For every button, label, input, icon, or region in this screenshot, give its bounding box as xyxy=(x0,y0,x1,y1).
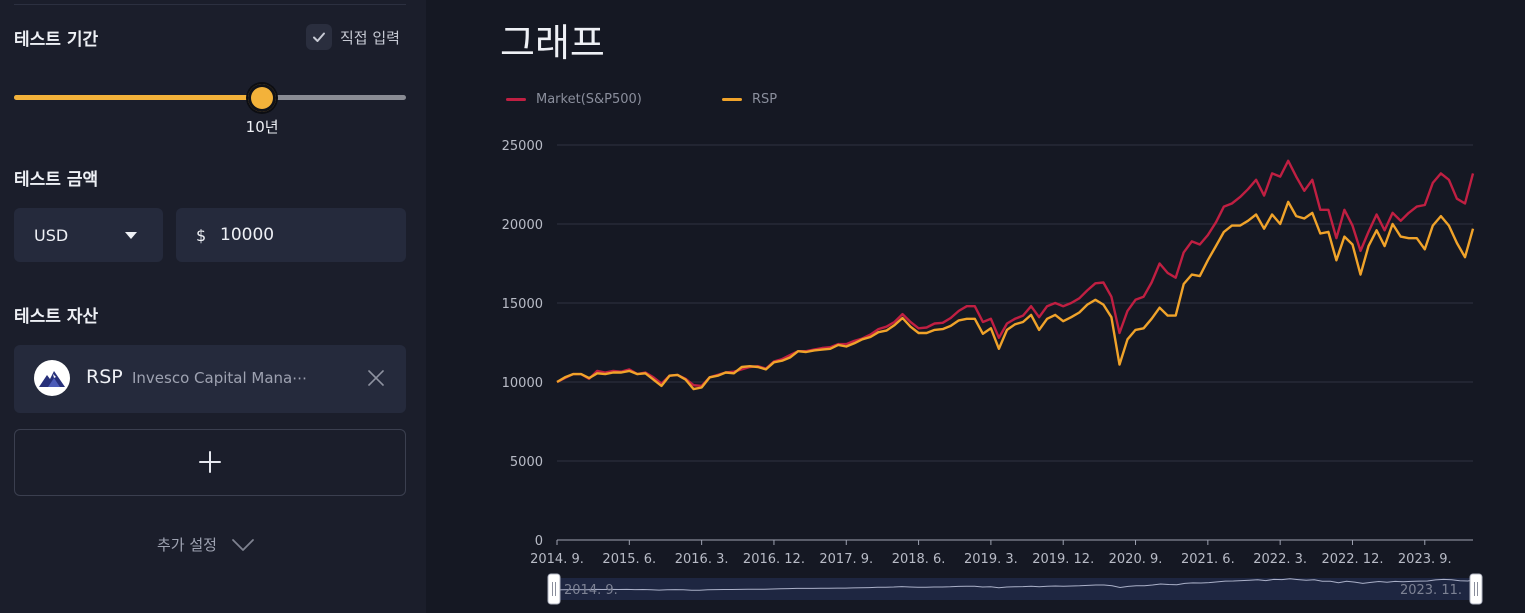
settings-sidebar: 테스트 기간 직접 입력 10년 테스트 금액 USD $ 테스트 자산 xyxy=(0,0,426,613)
slider-value-label: 10년 xyxy=(245,118,279,136)
x-tick-label: 2020. 9. xyxy=(1109,552,1163,567)
y-tick-label: 10000 xyxy=(502,376,543,391)
test-amount-title: 테스트 금액 xyxy=(14,170,99,190)
currency-select[interactable]: USD xyxy=(14,208,163,262)
slider-track-fill xyxy=(14,95,263,100)
asset-card-rsp[interactable]: RSP Invesco Capital Mana⋯ xyxy=(14,345,406,413)
chevron-down-icon xyxy=(232,538,254,551)
series-line-rsp xyxy=(556,200,1475,391)
top-divider xyxy=(14,4,406,5)
brush-window[interactable] xyxy=(554,578,1476,600)
brush-handle-left[interactable] xyxy=(547,573,561,605)
y-tick-label: 15000 xyxy=(502,297,543,312)
caret-down-icon xyxy=(125,232,137,239)
asset-ticker: RSP xyxy=(86,366,123,388)
currency-symbol: $ xyxy=(196,225,207,245)
brush-handle-right[interactable] xyxy=(1469,573,1483,605)
x-tick-label: 2016. 3. xyxy=(675,552,729,567)
x-tick-label: 2015. 6. xyxy=(602,552,656,567)
x-tick-label: 2021. 6. xyxy=(1181,552,1235,567)
x-tick-label: 2019. 3. xyxy=(964,552,1018,567)
y-tick-label: 25000 xyxy=(502,139,543,154)
series-line-market xyxy=(556,159,1475,388)
brush-start-label: 2014. 9. xyxy=(564,583,618,598)
test-assets-title: 테스트 자산 xyxy=(14,307,99,327)
test-period-title: 테스트 기간 xyxy=(14,30,99,50)
amount-field[interactable]: $ xyxy=(176,208,406,262)
x-tick-label: 2022. 3. xyxy=(1253,552,1307,567)
more-settings-toggle[interactable]: 추가 설정 xyxy=(157,534,255,555)
x-tick-label: 2016. 12. xyxy=(743,552,805,567)
slider-thumb[interactable] xyxy=(248,84,277,112)
remove-asset-button[interactable] xyxy=(364,366,388,390)
currency-value: USD xyxy=(34,225,69,245)
chart-panel: 그래프 Market(S&P500) RSP 0 5000 10000 15000 20… xyxy=(426,0,1525,613)
test-period-slider[interactable] xyxy=(14,84,406,112)
asset-name: Invesco Capital Mana⋯ xyxy=(132,369,308,387)
y-tick-label: 20000 xyxy=(502,218,543,233)
direct-input-toggle[interactable]: 직접 입력 xyxy=(306,24,400,50)
close-icon xyxy=(368,370,384,386)
add-asset-button[interactable] xyxy=(14,429,406,496)
x-tick-label: 2023. 9. xyxy=(1398,552,1452,567)
brush-end-label: 2023. 11. xyxy=(1400,583,1462,598)
y-tick-label: 0 xyxy=(535,534,543,549)
y-tick-label: 5000 xyxy=(510,455,543,470)
x-tick-label: 2017. 9. xyxy=(819,552,873,567)
line-chart: 0 5000 10000 15000 20000 25000 2014. 9. 2015. 6… xyxy=(502,139,1483,605)
x-tick-label: 2018. 6. xyxy=(892,552,946,567)
plus-icon xyxy=(199,451,221,473)
check-icon xyxy=(313,32,325,42)
more-settings-label: 추가 설정 xyxy=(157,536,217,554)
x-tick-label: 2019. 12. xyxy=(1032,552,1094,567)
x-tick-label: 2014. 9. xyxy=(530,552,584,567)
direct-input-checkbox[interactable] xyxy=(306,24,332,50)
direct-input-label: 직접 입력 xyxy=(340,28,400,47)
amount-input[interactable] xyxy=(220,222,390,248)
invesco-logo-icon xyxy=(34,360,70,396)
x-tick-label: 2022. 12. xyxy=(1321,552,1383,567)
